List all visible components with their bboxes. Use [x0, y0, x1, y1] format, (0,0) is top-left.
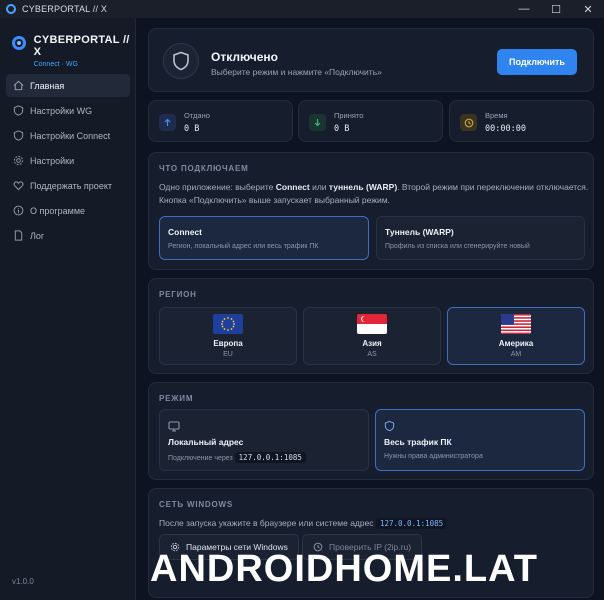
option-subtitle: Регион, локальный адрес или весь трафик …: [168, 243, 319, 250]
mode-section: РЕЖИМ Локальный адрес Подключение через …: [148, 382, 594, 480]
sidebar-item-label: Главная: [30, 80, 65, 91]
arrow-down-icon: [309, 114, 326, 131]
region-code: AS: [367, 351, 377, 358]
option-subtitle: Подключение через 127.0.0.1:1085: [168, 452, 306, 463]
brand-name: CYBERPORTAL // X: [33, 34, 130, 58]
shield-icon: [384, 419, 395, 437]
stat-time: Время 00:00:00: [449, 100, 594, 142]
stat-value: 00:00:00: [485, 124, 526, 134]
singapore-flag-icon: [357, 314, 387, 334]
heart-icon: [12, 180, 24, 192]
sidebar-item-support[interactable]: Поддержать проект: [6, 174, 130, 197]
eu-flag-icon: [213, 314, 243, 334]
option-title: Весь трафик ПК: [384, 437, 452, 447]
title-bar: CYBERPORTAL // X — ☐ ✕: [0, 0, 604, 18]
minimize-button[interactable]: —: [508, 0, 540, 18]
sidebar-item-about[interactable]: О программе: [6, 199, 130, 222]
sidebar-item-home[interactable]: Главная: [6, 74, 130, 97]
sidebar-item-label: Настройки: [30, 155, 75, 166]
arrow-up-icon: [159, 114, 176, 131]
brand: CYBERPORTAL // X Connect · WG: [12, 34, 135, 68]
proxy-address-code: 127.0.0.1:1085: [375, 518, 448, 529]
close-button[interactable]: ✕: [572, 0, 604, 18]
stat-sent: Отдано 0 B: [148, 100, 293, 142]
sidebar-item-label: О программе: [30, 205, 86, 216]
region-code: EU: [223, 351, 233, 358]
shield-icon: [12, 130, 24, 142]
stat-value: 0 B: [184, 124, 200, 134]
section-description: Одно приложение: выберите Connect или ту…: [159, 182, 589, 205]
usa-flag-icon: [501, 314, 531, 334]
version-label: v1.0.0: [12, 577, 34, 586]
sidebar: CYBERPORTAL // X Connect · WG Главная На…: [0, 18, 136, 600]
section-title: ЧТО ПОДКЛЮЧАЕМ: [159, 164, 249, 173]
option-warp[interactable]: Туннель (WARP) Профиль из списка или сге…: [376, 216, 585, 260]
sidebar-item-connect-settings[interactable]: Настройки Connect: [6, 124, 130, 147]
sidebar-item-label: Поддержать проект: [30, 180, 112, 191]
info-icon: [12, 205, 24, 217]
brand-subtitle: Connect · WG: [33, 61, 78, 68]
what-section: ЧТО ПОДКЛЮЧАЕМ Одно приложение: выберите…: [148, 152, 594, 270]
section-title: СЕТЬ WINDOWS: [159, 500, 234, 509]
region-america[interactable]: Америка AM: [447, 307, 585, 365]
maximize-button[interactable]: ☐: [540, 0, 572, 18]
file-icon: [12, 230, 24, 242]
status-card: Отключено Выберите режим и нажмите «Подк…: [148, 28, 594, 92]
window-title: CYBERPORTAL // X: [22, 4, 108, 14]
sidebar-item-wg-settings[interactable]: Настройки WG: [6, 99, 130, 122]
status-title: Отключено: [211, 50, 278, 64]
sidebar-item-label: Лог: [30, 230, 45, 241]
option-title: Connect: [168, 227, 202, 237]
region-section: РЕГИОН Европа EU Азия AS Америка AM: [148, 278, 594, 374]
mode-local-address[interactable]: Локальный адрес Подключение через 127.0.…: [159, 409, 369, 471]
option-title: Локальный адрес: [168, 437, 244, 447]
stat-label: Отдано: [184, 111, 210, 120]
shield-icon: [163, 43, 199, 79]
home-icon: [12, 80, 24, 92]
window-controls: — ☐ ✕: [508, 0, 604, 18]
watermark-text: ANDROIDHOME.LAT: [150, 548, 538, 590]
local-address-code: 127.0.0.1:1085: [234, 452, 306, 463]
stat-label: Принято: [334, 111, 364, 120]
stat-label: Время: [485, 111, 508, 120]
sidebar-item-label: Настройки WG: [30, 105, 93, 116]
sidebar-item-label: Настройки Connect: [30, 130, 111, 141]
sidebar-item-settings[interactable]: Настройки: [6, 149, 130, 172]
stat-value: 0 B: [334, 124, 350, 134]
monitor-icon: [168, 419, 180, 437]
shield-icon: [12, 105, 24, 117]
gear-icon: [12, 155, 24, 167]
region-asia[interactable]: Азия AS: [303, 307, 441, 365]
option-subtitle: Нужны права администратора: [384, 453, 483, 460]
stat-received: Принято 0 B: [298, 100, 443, 142]
section-title: РЕЖИМ: [159, 394, 194, 403]
clock-icon: [460, 114, 477, 131]
region-code: AM: [510, 351, 522, 358]
region-europe[interactable]: Европа EU: [159, 307, 297, 365]
region-name: Европа: [213, 339, 243, 348]
brand-logo-icon: [12, 36, 26, 50]
connect-button[interactable]: Подключить: [497, 49, 577, 75]
option-title: Туннель (WARP): [385, 227, 454, 237]
sidebar-nav: Главная Настройки WG Настройки Connect Н…: [6, 74, 130, 249]
option-subtitle: Профиль из списка или сгенерируйте новый: [385, 243, 530, 250]
network-description: После запуска укажите в браузере или сис…: [159, 517, 448, 530]
sidebar-item-log[interactable]: Лог: [6, 224, 130, 247]
mode-all-traffic[interactable]: Весь трафик ПК Нужны права администратор…: [375, 409, 585, 471]
status-subtitle: Выберите режим и нажмите «Подключить»: [211, 67, 382, 77]
app-logo-icon: [6, 4, 16, 14]
option-connect[interactable]: Connect Регион, локальный адрес или весь…: [159, 216, 369, 260]
region-name: Америка: [498, 339, 534, 348]
region-name: Азия: [362, 339, 382, 348]
section-title: РЕГИОН: [159, 290, 197, 299]
